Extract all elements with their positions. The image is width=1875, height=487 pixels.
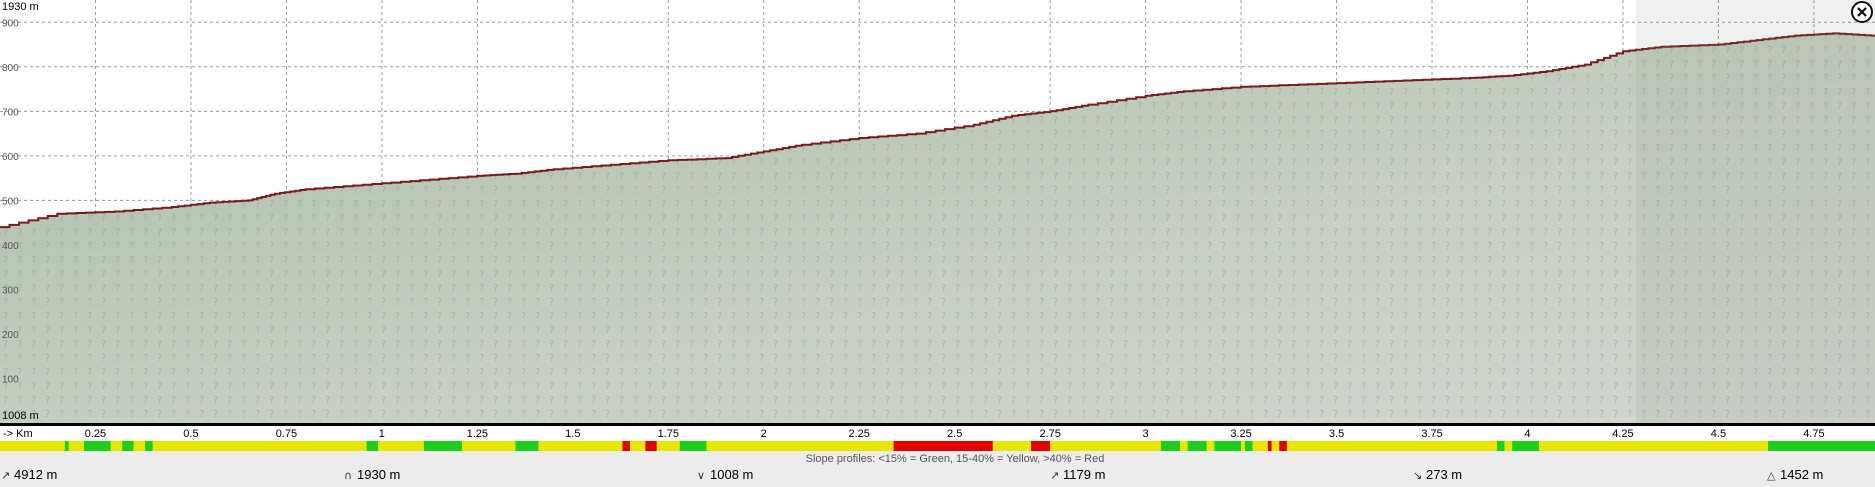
ascent-icon: ↗	[1050, 469, 1059, 482]
slope-segment-green	[1512, 441, 1539, 451]
slope-segment-yellow	[133, 441, 146, 451]
plot-shade	[1636, 0, 1875, 423]
x-tick-label: 4.5	[1711, 428, 1726, 440]
stat-value: 1452 m	[1780, 467, 1823, 482]
y-tick-label: 400	[2, 241, 19, 252]
slope-segment-red	[1267, 441, 1272, 451]
slope-segment-yellow	[110, 441, 123, 451]
x-tick-label: 2.75	[1039, 428, 1060, 440]
altitude-gain-icon: △	[1767, 469, 1776, 482]
slope-segment-green	[515, 441, 539, 451]
x-tick-label: 1.25	[467, 428, 488, 440]
x-tick-label: 2.5	[947, 428, 962, 440]
y-tick-label: 200	[2, 330, 19, 341]
slope-segment-yellow	[1252, 441, 1268, 451]
slope-segment-yellow	[630, 441, 646, 451]
slope-segment-red	[893, 441, 993, 451]
x-tick-label: 2	[761, 428, 767, 440]
slope-segment-green	[84, 441, 111, 451]
slope-segment-green	[64, 441, 69, 451]
stat-value: 273 m	[1426, 467, 1462, 482]
elevation-profile-chart[interactable]: ? 900800700600500400300200100 1930 m 100…	[0, 0, 1875, 487]
slope-segment-green	[366, 441, 379, 451]
slope-segment-yellow	[1050, 441, 1161, 451]
slope-segment-green	[1160, 441, 1180, 451]
x-tick-label: 1.5	[565, 428, 580, 440]
distance-icon: ↗	[1, 469, 10, 482]
y-tick-label: 800	[2, 63, 19, 74]
y-bottom-label: 1008 m	[2, 410, 39, 422]
close-icon	[1857, 7, 1867, 17]
slope-segment-green	[1214, 441, 1242, 451]
slope-segment-green	[423, 441, 463, 451]
y-tick-label: 600	[2, 152, 19, 163]
slope-segment-yellow	[1179, 441, 1188, 451]
slope-segment-yellow	[462, 441, 516, 451]
x-tick-label: 3.5	[1329, 428, 1344, 440]
slope-segment-yellow	[68, 441, 85, 451]
stat-value: 1008 m	[710, 467, 753, 482]
x-tick-label: 1.75	[658, 428, 679, 440]
x-unit-label: -> Km	[3, 428, 33, 440]
slope-segment-yellow	[378, 441, 424, 451]
slope-segment-yellow	[538, 441, 623, 451]
y-tick-label: 500	[2, 196, 19, 207]
slope-segment-yellow	[1206, 441, 1215, 451]
x-tick-label: 1	[379, 428, 385, 440]
x-tick-label: 3.25	[1230, 428, 1251, 440]
stat-value: 1179 m	[1063, 467, 1105, 482]
x-tick-label: 4.25	[1612, 428, 1633, 440]
slope-segment-green	[679, 441, 707, 451]
x-tick-label: 2.25	[849, 428, 870, 440]
stat-item: △ 1452 m	[1767, 467, 1823, 482]
slope-segment-yellow	[1286, 441, 1497, 451]
min-altitude-icon: ∨	[697, 469, 705, 482]
descent-icon: ↘	[1413, 469, 1422, 482]
y-tick-label: 100	[2, 374, 19, 385]
y-tick-label: 300	[2, 285, 19, 296]
x-tick-label: 3	[1143, 428, 1149, 440]
y-top-label: 1930 m	[2, 1, 39, 13]
slope-segment-yellow	[1241, 441, 1245, 451]
slope-segment-green	[1244, 441, 1253, 451]
slope-segment-yellow	[992, 441, 1032, 451]
close-button[interactable]	[1851, 1, 1873, 23]
slope-segment-red	[645, 441, 657, 451]
slope-segment-green	[1768, 441, 1875, 451]
axis-separator	[0, 423, 1875, 426]
x-tick-label: 3.75	[1421, 428, 1442, 440]
slope-segment-green	[1187, 441, 1207, 451]
x-tick-label: 0.25	[85, 428, 106, 440]
slope-segment-yellow	[1538, 441, 1769, 451]
x-tick-label: 0.75	[276, 428, 297, 440]
slope-segment-red	[1279, 441, 1287, 451]
stat-item: ↘ 273 m	[1413, 467, 1462, 482]
max-altitude-icon: ∩	[344, 469, 352, 482]
y-tick-label: 900	[2, 18, 19, 29]
x-tick-label: 0.5	[183, 428, 198, 440]
y-tick-label: 700	[2, 107, 19, 118]
slope-segment-yellow	[1504, 441, 1513, 451]
slope-segment-yellow	[1271, 441, 1280, 451]
stat-value: 1930 m	[357, 467, 400, 482]
slope-segment-yellow	[0, 441, 65, 451]
slope-segment-green	[122, 441, 134, 451]
slope-segment-yellow	[706, 441, 894, 451]
slope-segment-yellow	[656, 441, 680, 451]
x-tick-label: 4.75	[1803, 428, 1824, 440]
slope-segment-green	[1496, 441, 1505, 451]
slope-segment-red	[622, 441, 631, 451]
stat-item: ↗ 4912 m	[1, 467, 57, 482]
x-tick-label: 4	[1524, 428, 1530, 440]
stat-item: ↗ 1179 m	[1050, 467, 1105, 482]
slope-segment-green	[145, 441, 153, 451]
slope-segment-yellow	[152, 441, 367, 451]
slope-segment-red	[1031, 441, 1051, 451]
slope-legend: Slope profiles: <15% = Green, 15-40% = Y…	[806, 453, 1105, 465]
stat-value: 4912 m	[14, 467, 57, 482]
